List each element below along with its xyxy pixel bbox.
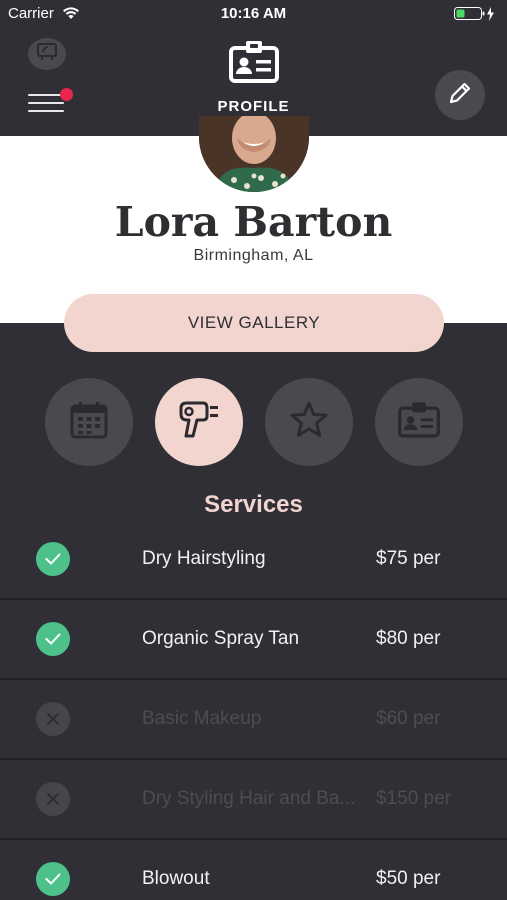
- pencil-icon: [447, 80, 473, 111]
- service-name: Blowout: [142, 868, 210, 889]
- tab-calendar[interactable]: [45, 378, 133, 466]
- status-time: 10:16 AM: [220, 5, 287, 22]
- star-icon: [289, 400, 329, 445]
- id-card-icon: [398, 401, 440, 444]
- services-heading: Services: [204, 491, 303, 518]
- service-row[interactable]: Organic Spray Tan $80 per: [0, 600, 507, 680]
- cast-button[interactable]: [28, 38, 66, 70]
- check-icon[interactable]: [36, 622, 70, 656]
- service-price: $50 per: [376, 868, 441, 889]
- service-name: Dry Styling Hair and Ba...: [142, 788, 356, 809]
- service-price: $60 per: [376, 708, 441, 729]
- service-price: $80 per: [376, 628, 441, 649]
- calendar-icon: [69, 400, 109, 445]
- x-icon[interactable]: [36, 782, 70, 816]
- service-name: Organic Spray Tan: [142, 628, 300, 649]
- id-card-icon: [229, 40, 279, 89]
- profile-name: Lora Barton: [114, 198, 393, 246]
- profile-location: Birmingham, AL: [193, 247, 314, 264]
- service-price: $75 per: [376, 548, 441, 569]
- service-name: Basic Makeup: [142, 708, 262, 729]
- check-icon[interactable]: [36, 862, 70, 896]
- x-icon[interactable]: [36, 702, 70, 736]
- edit-button[interactable]: [435, 70, 485, 120]
- page-title: PROFILE: [217, 98, 290, 115]
- hairdryer-icon: [177, 400, 221, 445]
- service-row[interactable]: Dry Hairstyling $75 per: [0, 520, 507, 600]
- tab-info[interactable]: [375, 378, 463, 466]
- check-icon[interactable]: [36, 542, 70, 576]
- battery-icon: [454, 6, 498, 26]
- status-bar: Carrier 10:16 AM: [0, 0, 507, 28]
- view-gallery-button[interactable]: VIEW GALLERY: [64, 294, 444, 352]
- tab-services[interactable]: [155, 378, 243, 466]
- service-row[interactable]: Blowout $50 per: [0, 840, 507, 900]
- avatar: [199, 116, 309, 192]
- cast-icon: [37, 42, 57, 66]
- service-row[interactable]: Basic Makeup $60 per: [0, 680, 507, 760]
- service-price: $150 per: [376, 788, 452, 809]
- tab-reviews[interactable]: [265, 378, 353, 466]
- service-row[interactable]: Dry Styling Hair and Ba... $150 per: [0, 760, 507, 840]
- service-name: Dry Hairstyling: [142, 548, 266, 569]
